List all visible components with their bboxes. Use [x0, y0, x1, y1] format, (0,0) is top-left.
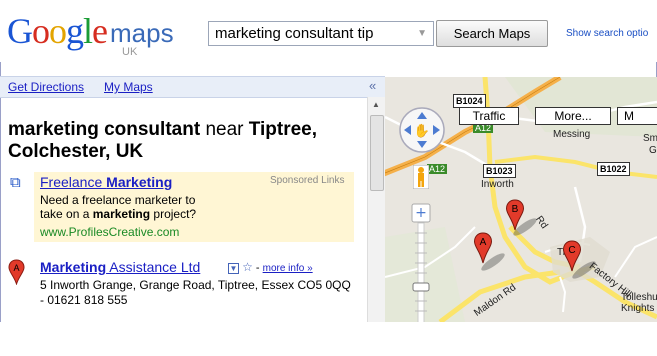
ad-title-link[interactable]: Freelance Marketing [40, 174, 172, 190]
sponsored-link-icon: ⧉ [10, 174, 21, 191]
zoom-slider[interactable]: + [411, 203, 431, 322]
more-info-link[interactable]: more info » [263, 263, 313, 274]
map-pin-b-letter: B [512, 204, 519, 215]
place-sm: Sm [643, 133, 657, 144]
map-pin-b[interactable]: B [505, 199, 525, 231]
traffic-button[interactable]: Traffic [459, 107, 519, 125]
logo-letter: o [32, 11, 50, 51]
left-panel-nav: Get Directions My Maps « [0, 76, 385, 98]
logo-letter: e [92, 11, 108, 51]
map-pin-c-letter: C [568, 245, 575, 256]
ad-title-text: Freelance [40, 174, 107, 190]
scroll-up-icon[interactable]: ▲ [372, 100, 380, 109]
page-bottom-area [0, 322, 657, 356]
zoom-slider-thumb [412, 282, 430, 292]
sponsored-links-label: Sponsored Links [270, 175, 345, 186]
place-knights: Knights [621, 303, 655, 314]
search-maps-button[interactable]: Search Maps [436, 20, 548, 47]
my-maps-link[interactable]: My Maps [104, 80, 153, 94]
road-label-b1022: B1022 [597, 162, 630, 176]
get-directions-link[interactable]: Get Directions [8, 80, 84, 94]
pan-control[interactable]: ✋ [397, 105, 447, 155]
ad-title-bold: Marketing [106, 174, 173, 190]
logo-wordmark: Google [7, 10, 108, 52]
header: Google maps UK marketing consultant tip … [0, 0, 657, 62]
ad-desc-line: take on a marketing project? [40, 207, 260, 221]
map-type-button[interactable]: M [617, 107, 657, 125]
street-view-pegman-icon[interactable] [413, 165, 429, 189]
results-panel: marketing consultant near Tiptree, Colch… [0, 97, 367, 322]
results-query: marketing consultant [8, 119, 201, 140]
collapse-panel-icon[interactable]: « [369, 78, 376, 93]
more-layers-button[interactable]: More... [535, 107, 611, 125]
results-near: near [205, 119, 244, 140]
logo-maps-text: maps [110, 18, 174, 48]
logo-letter: G [7, 11, 33, 51]
road-label-b1024: B1024 [453, 94, 486, 108]
road-label-a12-west: A12 [427, 164, 448, 174]
ad-description: Need a freelance marketer to take on a m… [40, 193, 260, 221]
results-scrollbar[interactable]: ▲ [367, 97, 385, 322]
result-a-pin-icon[interactable]: A [8, 259, 25, 285]
ad-desc-text: take on a [40, 207, 93, 221]
logo-letter: o [49, 11, 67, 51]
google-maps-logo[interactable]: Google maps UK [7, 6, 197, 62]
map-pin-a[interactable]: A [473, 232, 493, 264]
zoom-in-icon: + [415, 205, 427, 221]
search-history-dropdown-icon[interactable]: ▼ [417, 28, 427, 39]
ad-url[interactable]: www.ProfilesCreative.com [40, 225, 179, 239]
place-messing: Messing [553, 129, 591, 140]
logo-region: UK [122, 46, 138, 58]
star-icon[interactable]: ☆ [242, 260, 253, 274]
result-dropdown-icon[interactable]: ▼ [228, 263, 239, 274]
logo-letter: g [66, 11, 84, 51]
ad-desc-line: Need a freelance marketer to [40, 193, 196, 207]
result-a-title-link[interactable]: Marketing Assistance Ltd [40, 259, 200, 275]
results-heading: marketing consultant near Tiptree, Colch… [8, 119, 367, 163]
result-title-bold: Marketing [40, 259, 107, 275]
ad-desc-bold: marketing [92, 207, 151, 221]
place-g: G [649, 145, 657, 156]
road-label-b1023: B1023 [483, 164, 516, 178]
result-title-text: Assistance Ltd [106, 259, 201, 275]
ad-desc-text: project? [150, 207, 197, 221]
show-search-options-link[interactable]: Show search optio [566, 28, 648, 39]
search-input[interactable]: marketing consultant tip ▼ [208, 21, 434, 46]
map-canvas[interactable]: B1024 A12 A12 B1023 B1022 Messing Sm G I… [385, 77, 657, 322]
search-input-value: marketing consultant tip [215, 25, 374, 42]
scrollbar-thumb[interactable] [370, 115, 384, 191]
logo-letter: l [83, 11, 93, 51]
svg-text:✋: ✋ [414, 123, 430, 139]
result-a-pin-letter: A [13, 263, 19, 273]
place-inworth: Inworth [481, 179, 514, 190]
map-pin-c[interactable]: C [562, 240, 582, 272]
result-a-address: 5 Inworth Grange, Grange Road, Tiptree, … [40, 278, 351, 307]
map-pin-a-letter: A [480, 237, 487, 248]
result-a-actions: ▼ ☆ - more info » [228, 260, 313, 274]
